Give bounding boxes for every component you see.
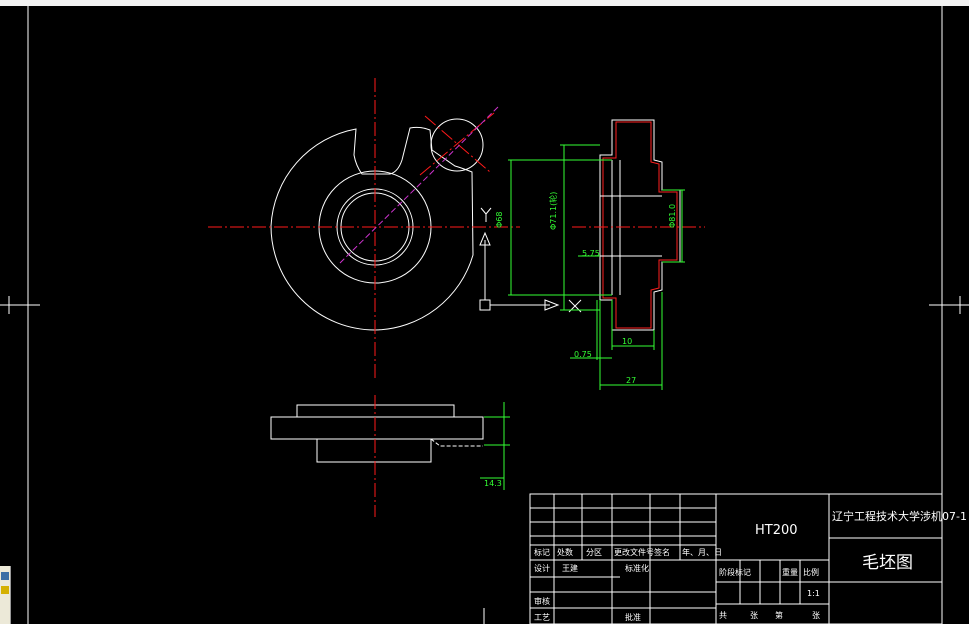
- label-count: 处数: [557, 547, 573, 557]
- dim-diameter-68: Φ68: [495, 212, 504, 228]
- label-approve: 批准: [625, 612, 641, 622]
- panel-icon-2: [1, 586, 9, 594]
- front-view: [270, 118, 484, 331]
- label-design: 设计: [534, 563, 550, 573]
- material-label: HT200: [755, 523, 798, 538]
- panel-icon: [1, 572, 9, 580]
- label-process: 工艺: [534, 613, 550, 622]
- dim-143: 14.3: [484, 479, 502, 488]
- dim-27: 27: [626, 376, 636, 385]
- label-ratio: 比例: [803, 567, 819, 577]
- label-change-doc: 更改文件号: [614, 547, 654, 557]
- label-sign: 签名: [654, 547, 670, 557]
- label-stage-mark: 阶段标记: [719, 567, 751, 577]
- label-total: 共: [719, 611, 727, 620]
- school-label: 辽宁工程技术大学涉机07-1: [832, 509, 967, 523]
- scale-value: 1:1: [807, 589, 820, 598]
- label-weight: 重量: [782, 567, 798, 577]
- label-mark: 标记: [534, 547, 550, 557]
- dim-075: 0.75: [574, 350, 592, 359]
- title-block-labels: 标记 处数 分区 更改文件号 签名 年、月、日 设计 王建 标准化 审核 工艺 …: [534, 547, 820, 622]
- dim-diameter-71: Φ71.1(轮): [548, 192, 558, 230]
- designer-name: 王建: [562, 563, 578, 573]
- top-view: [270, 404, 484, 463]
- label-review: 审核: [534, 596, 550, 606]
- label-zone: 分区: [586, 548, 602, 557]
- label-standardize: 标准化: [625, 563, 649, 573]
- dim-10: 10: [622, 337, 632, 346]
- label-page: 第: [775, 610, 783, 620]
- label-sheet: 张: [812, 611, 820, 620]
- dim-575: 5.75: [582, 249, 600, 258]
- drawing-frame: [0, 6, 969, 624]
- label-sheets: 张: [750, 611, 758, 620]
- cad-drawing-canvas[interactable]: Y X Φ68 Φ71.1(轮) Φ81.0 5.75: [0, 0, 969, 624]
- dim-diameter-81: Φ81.0: [668, 204, 677, 228]
- diagonal-construction-line: [339, 106, 499, 264]
- label-date: 年、月、日: [682, 547, 722, 557]
- docked-panel-tab[interactable]: [0, 566, 11, 624]
- drawing-name: 毛坯图: [862, 553, 913, 573]
- front-view-centerlines: [208, 78, 520, 380]
